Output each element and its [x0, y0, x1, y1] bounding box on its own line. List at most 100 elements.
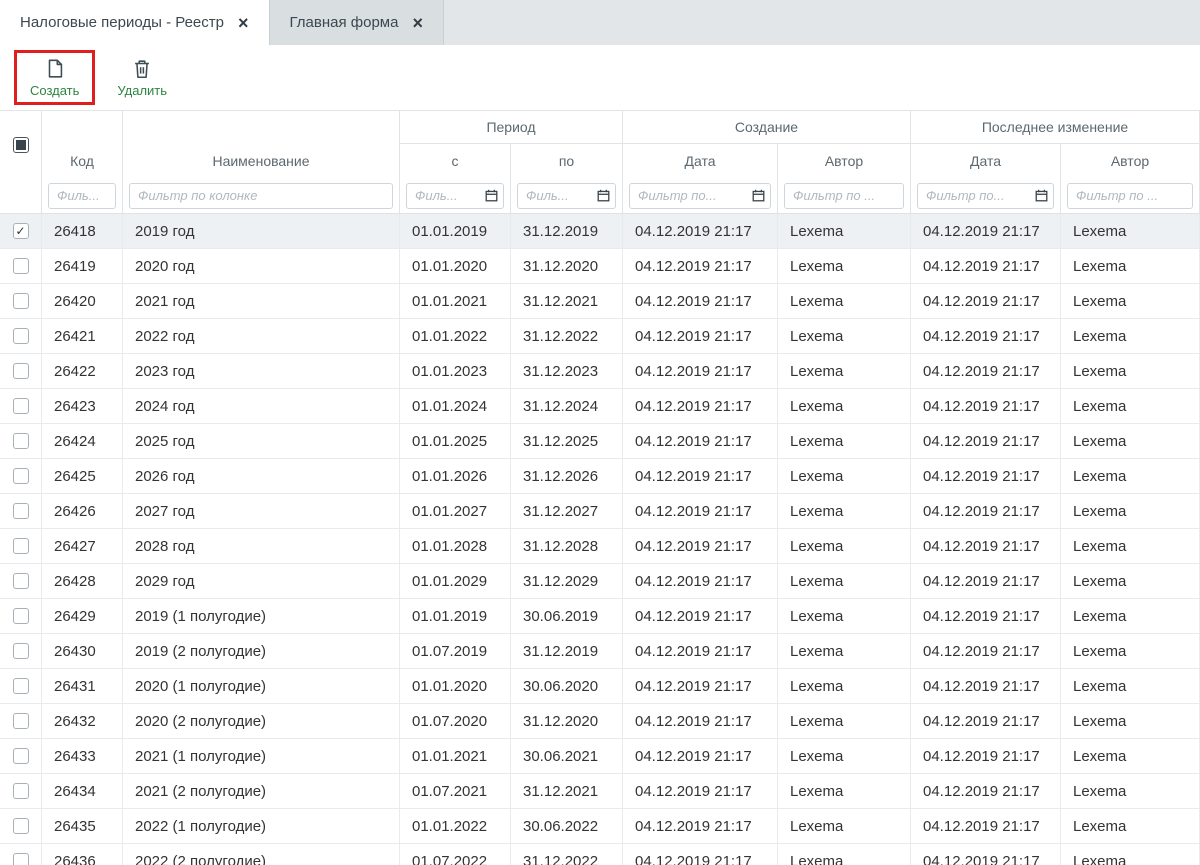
close-icon[interactable]: × [412, 14, 423, 32]
table-row[interactable]: 264242025 год01.01.202531.12.202504.12.2… [0, 424, 1200, 459]
table-row[interactable]: 264212022 год01.01.202231.12.202204.12.2… [0, 319, 1200, 354]
cell-created-date: 04.12.2019 21:17 [623, 774, 778, 808]
create-button[interactable]: Создать [22, 56, 87, 100]
table-row[interactable]: 264262027 год01.01.202731.12.202704.12.2… [0, 494, 1200, 529]
row-checkbox[interactable] [13, 608, 29, 624]
table-row[interactable]: ✓264182019 год01.01.201931.12.201904.12.… [0, 214, 1200, 249]
cell-name: 2021 (1 полугодие) [123, 739, 400, 773]
table-row[interactable]: 264272028 год01.01.202831.12.202804.12.2… [0, 529, 1200, 564]
column-header-mod-date[interactable]: Дата [911, 144, 1061, 178]
column-header-name[interactable]: Наименование [123, 111, 400, 178]
row-checkbox-cell [0, 669, 42, 703]
row-checkbox[interactable] [13, 573, 29, 589]
column-header-from[interactable]: с [400, 144, 511, 178]
cell-code: 26430 [42, 634, 123, 668]
table-row[interactable]: 264332021 (1 полугодие)01.01.202130.06.2… [0, 739, 1200, 774]
filter-input-mod-date[interactable] [917, 183, 1054, 209]
row-checkbox[interactable] [13, 713, 29, 729]
column-header-to[interactable]: по [511, 144, 623, 178]
delete-button[interactable]: Удалить [109, 56, 175, 100]
filter-input-create-date[interactable] [629, 183, 771, 209]
cell-modified-date: 04.12.2019 21:17 [911, 249, 1061, 283]
cell-code: 26428 [42, 564, 123, 598]
filter-input-name[interactable] [129, 183, 393, 209]
cell-modified-author: Lexema [1061, 459, 1200, 493]
row-checkbox-cell [0, 529, 42, 563]
cell-created-date: 04.12.2019 21:17 [623, 214, 778, 248]
cell-created-date: 04.12.2019 21:17 [623, 459, 778, 493]
filter-input-to[interactable] [517, 183, 616, 209]
cell-created-author: Lexema [778, 774, 911, 808]
row-checkbox[interactable] [13, 363, 29, 379]
table-row[interactable]: 264222023 год01.01.202331.12.202304.12.2… [0, 354, 1200, 389]
row-checkbox[interactable] [13, 818, 29, 834]
table-row[interactable]: 264192020 год01.01.202031.12.202004.12.2… [0, 249, 1200, 284]
row-checkbox[interactable] [13, 433, 29, 449]
cell-period-from: 01.01.2021 [400, 284, 511, 318]
table-row[interactable]: 264352022 (1 полугодие)01.01.202230.06.2… [0, 809, 1200, 844]
cell-name: 2021 (2 полугодие) [123, 774, 400, 808]
select-all-cell [0, 111, 42, 178]
cell-name: 2022 (1 полугодие) [123, 809, 400, 843]
tab-main-form[interactable]: Главная форма × [269, 0, 444, 45]
table-row[interactable]: 264312020 (1 полугодие)01.01.202030.06.2… [0, 669, 1200, 704]
column-header-code[interactable]: Код [42, 111, 123, 178]
row-checkbox[interactable] [13, 783, 29, 799]
table-row[interactable]: 264302019 (2 полугодие)01.07.201931.12.2… [0, 634, 1200, 669]
filter-input-mod-author[interactable] [1067, 183, 1193, 209]
cell-period-from: 01.01.2019 [400, 214, 511, 248]
filter-cell-mod-date [911, 178, 1061, 213]
cell-period-to: 31.12.2024 [511, 389, 623, 423]
filter-cell-create-date [623, 178, 778, 213]
column-header-create-date[interactable]: Дата [623, 144, 778, 178]
cell-period-to: 31.12.2021 [511, 774, 623, 808]
cell-period-from: 01.07.2019 [400, 634, 511, 668]
cell-name: 2019 год [123, 214, 400, 248]
table-row[interactable]: 264202021 год01.01.202131.12.202104.12.2… [0, 284, 1200, 319]
table-row[interactable]: 264252026 год01.01.202631.12.202604.12.2… [0, 459, 1200, 494]
table-row[interactable]: 264232024 год01.01.202431.12.202404.12.2… [0, 389, 1200, 424]
cell-modified-date: 04.12.2019 21:17 [911, 459, 1061, 493]
table-row[interactable]: 264292019 (1 полугодие)01.01.201930.06.2… [0, 599, 1200, 634]
cell-period-from: 01.01.2026 [400, 459, 511, 493]
row-checkbox[interactable] [13, 258, 29, 274]
cell-period-to: 31.12.2022 [511, 319, 623, 353]
row-checkbox[interactable] [13, 853, 29, 865]
cell-code: 26432 [42, 704, 123, 738]
table-row[interactable]: 264282029 год01.01.202931.12.202904.12.2… [0, 564, 1200, 599]
table-row[interactable]: 264342021 (2 полугодие)01.07.202131.12.2… [0, 774, 1200, 809]
row-checkbox[interactable] [13, 398, 29, 414]
row-checkbox[interactable] [13, 328, 29, 344]
cell-created-date: 04.12.2019 21:17 [623, 669, 778, 703]
row-checkbox[interactable] [13, 468, 29, 484]
filter-input-from[interactable] [406, 183, 504, 209]
new-document-icon [44, 58, 66, 80]
cell-period-to: 31.12.2025 [511, 424, 623, 458]
select-all-checkbox[interactable] [13, 137, 29, 153]
cell-modified-author: Lexema [1061, 389, 1200, 423]
cell-code: 26425 [42, 459, 123, 493]
cell-modified-author: Lexema [1061, 249, 1200, 283]
row-checkbox[interactable] [13, 293, 29, 309]
tab-tax-periods-registry[interactable]: Налоговые периоды - Реестр × [0, 0, 269, 45]
filter-input-create-author[interactable] [784, 183, 904, 209]
filter-input-code[interactable] [48, 183, 116, 209]
row-checkbox-cell [0, 249, 42, 283]
row-checkbox[interactable]: ✓ [13, 223, 29, 239]
close-icon[interactable]: × [238, 14, 249, 32]
row-checkbox[interactable] [13, 678, 29, 694]
table-row[interactable]: 264362022 (2 полугодие)01.07.202231.12.2… [0, 844, 1200, 865]
cell-created-author: Lexema [778, 564, 911, 598]
table-row[interactable]: 264322020 (2 полугодие)01.07.202031.12.2… [0, 704, 1200, 739]
cell-created-author: Lexema [778, 634, 911, 668]
cell-name: 2021 год [123, 284, 400, 318]
cell-name: 2025 год [123, 424, 400, 458]
cell-created-author: Lexema [778, 424, 911, 458]
row-checkbox[interactable] [13, 643, 29, 659]
cell-modified-date: 04.12.2019 21:17 [911, 424, 1061, 458]
column-header-create-author[interactable]: Автор [778, 144, 911, 178]
row-checkbox[interactable] [13, 538, 29, 554]
row-checkbox[interactable] [13, 503, 29, 519]
column-header-mod-author[interactable]: Автор [1061, 144, 1200, 178]
row-checkbox[interactable] [13, 748, 29, 764]
